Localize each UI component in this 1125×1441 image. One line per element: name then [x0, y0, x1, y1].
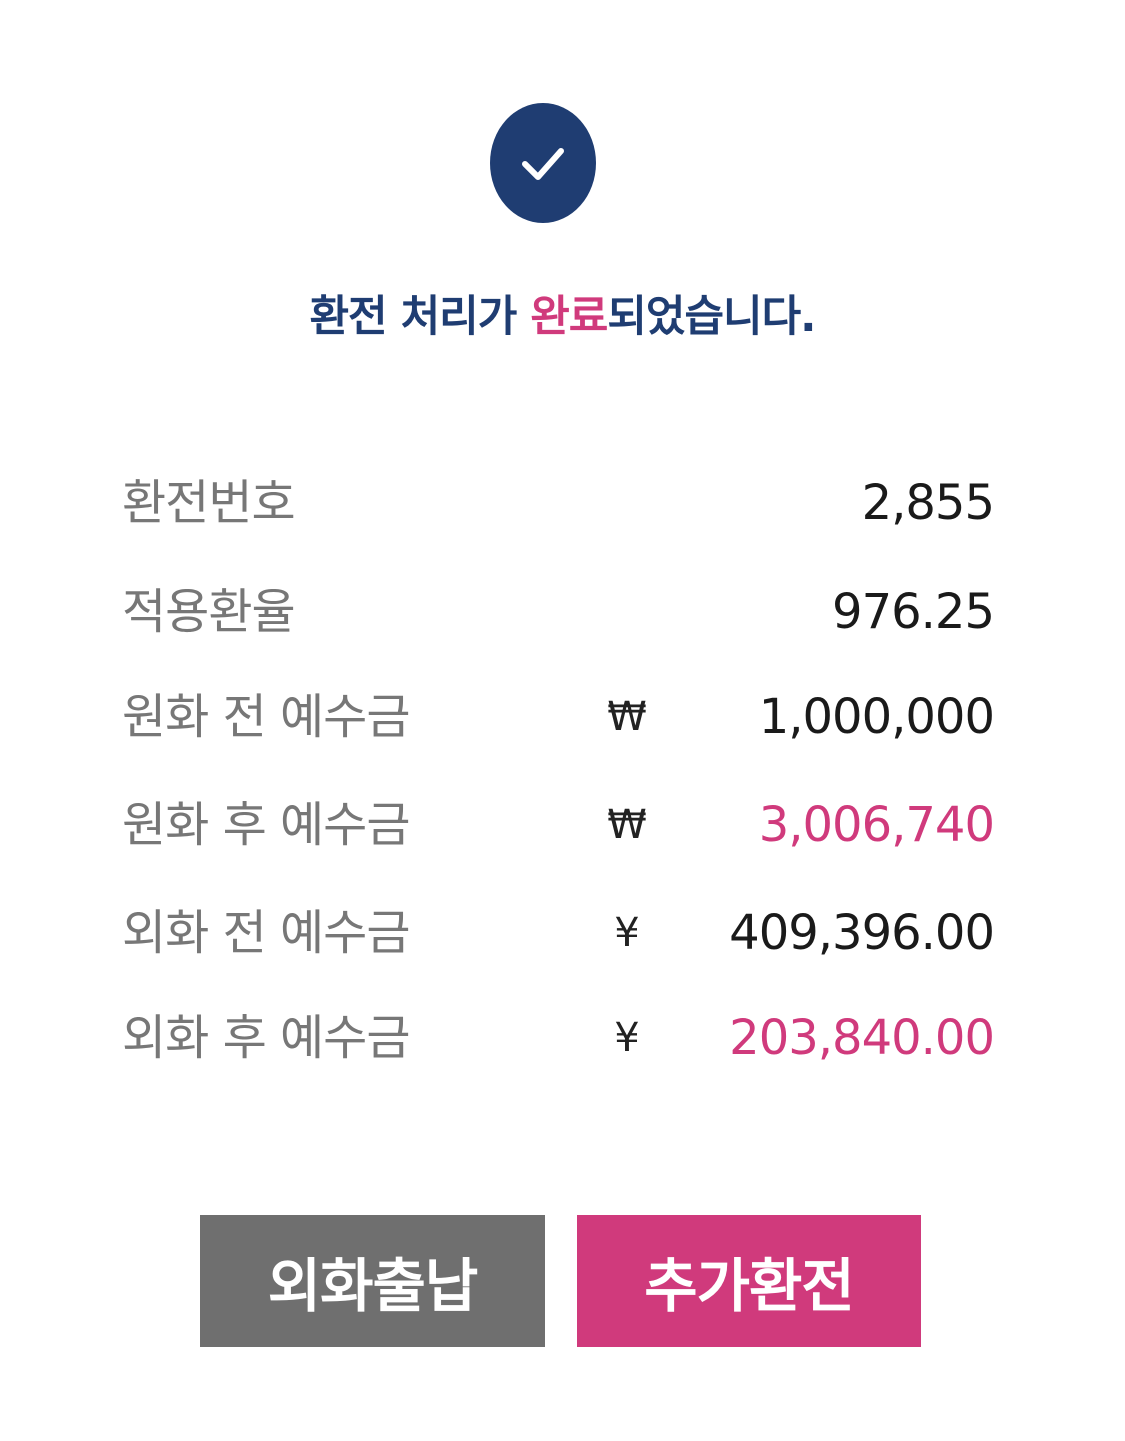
checkmark-icon: [522, 148, 564, 180]
detail-label: 외화 후 예수금: [122, 1010, 410, 1066]
additional-exchange-button[interactable]: 추가환전: [577, 1215, 921, 1347]
yen-symbol: ¥: [614, 1015, 640, 1061]
completion-message: 환전 처리가 완료되었습니다.: [0, 282, 1125, 344]
success-check-icon: [490, 103, 596, 223]
detail-row-fx-after: 외화 후 예수금 ¥ 203,840.00: [122, 1003, 995, 1073]
detail-row-fx-before: 외화 전 예수금 ¥ 409,396.00: [122, 898, 995, 968]
detail-label: 원화 전 예수금: [122, 689, 410, 745]
detail-label: 환전번호: [122, 475, 296, 531]
detail-label: 원화 후 예수금: [122, 797, 410, 853]
completion-message-tail: 되었습니다.: [607, 292, 816, 342]
detail-row-applied-rate: 적용환율 976.25: [122, 577, 995, 647]
won-symbol: ₩: [607, 802, 647, 848]
completion-message-accent: 완료: [530, 292, 608, 342]
detail-row-krw-after: 원화 후 예수금 ₩ 3,006,740: [122, 790, 995, 860]
detail-value: 2,855: [861, 475, 995, 531]
foreign-deposit-withdraw-button[interactable]: 외화출납: [200, 1215, 545, 1347]
detail-row-krw-before: 원화 전 예수금 ₩ 1,000,000: [122, 682, 995, 752]
detail-value: 976.25: [832, 584, 995, 640]
detail-value-highlight: 3,006,740: [758, 797, 995, 853]
completion-message-text: 환전 처리가: [309, 292, 531, 342]
yen-symbol: ¥: [614, 910, 640, 956]
detail-label: 외화 전 예수금: [122, 905, 410, 961]
detail-value: 409,396.00: [729, 905, 995, 961]
won-symbol: ₩: [607, 694, 647, 740]
detail-value: 1,000,000: [758, 689, 995, 745]
detail-label: 적용환율: [122, 584, 296, 640]
detail-value-highlight: 203,840.00: [729, 1010, 995, 1066]
detail-row-exchange-number: 환전번호 2,855: [122, 468, 995, 538]
